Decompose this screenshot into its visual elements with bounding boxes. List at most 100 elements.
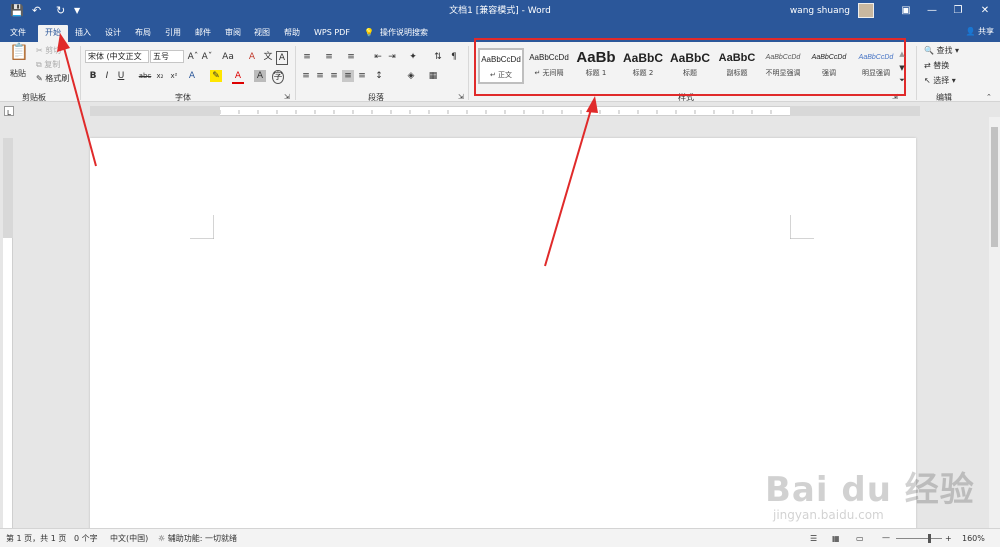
tab-wps-pdf[interactable]: WPS PDF xyxy=(310,25,354,42)
style-heading-2[interactable]: AaBbC 标题 2 xyxy=(620,48,666,84)
chinese-layout-icon[interactable]: ✦ xyxy=(406,51,420,63)
style-no-spacing[interactable]: AaBbCcDd ↵ 无间隔 xyxy=(526,48,572,84)
tab-selector-icon[interactable]: L xyxy=(4,106,14,117)
horizontal-ruler-margin-right xyxy=(790,106,920,116)
numbering-icon[interactable]: ≡ xyxy=(322,51,336,63)
align-left-icon[interactable]: ≡ xyxy=(300,70,312,82)
ribbon-display-options-icon[interactable]: ▣ xyxy=(896,3,916,19)
tab-home[interactable]: 开始 xyxy=(38,25,68,42)
restore-icon[interactable]: ❐ xyxy=(948,3,968,19)
margin-corner-top-right xyxy=(790,215,814,239)
tab-help[interactable]: 帮助 xyxy=(280,25,304,42)
font-dialog-launcher-icon[interactable]: ⇲ xyxy=(284,91,290,103)
character-border-icon[interactable]: A xyxy=(276,51,288,65)
highlight-icon[interactable]: ✎ xyxy=(210,70,222,82)
italic-icon[interactable]: I xyxy=(102,70,112,82)
strikethrough-icon[interactable]: abc xyxy=(138,70,152,82)
style-name: 标题 xyxy=(683,69,697,77)
style-sample: AaBb xyxy=(576,49,616,66)
font-color-icon[interactable]: A xyxy=(232,70,244,84)
style-sample: AaBbC xyxy=(718,52,756,64)
align-center-icon[interactable]: ≡ xyxy=(314,70,326,82)
align-right-icon[interactable]: ≡ xyxy=(328,70,340,82)
tell-me-search[interactable]: 操作说明搜索 xyxy=(376,25,432,42)
zoom-slider[interactable] xyxy=(896,534,942,543)
sort-icon[interactable]: ⇅ xyxy=(432,51,444,63)
scrollbar-thumb[interactable] xyxy=(991,127,998,247)
shading-icon[interactable]: ◈ xyxy=(404,70,418,82)
grow-font-icon[interactable]: Aˆ xyxy=(187,51,199,63)
shrink-font-icon[interactable]: Aˇ xyxy=(201,51,213,63)
bullets-icon[interactable]: ≡ xyxy=(300,51,314,63)
style-heading-1[interactable]: AaBb 标题 1 xyxy=(573,48,619,84)
zoom-level[interactable]: 160% xyxy=(962,533,985,544)
replace-button[interactable]: ⇄ 替换 xyxy=(924,60,949,72)
style-intense-emphasis[interactable]: AaBbCcDd 明显强调 xyxy=(853,48,899,84)
distributed-icon[interactable]: ≡ xyxy=(356,70,368,82)
paste-button[interactable]: 粘贴 xyxy=(10,68,26,80)
decrease-indent-icon[interactable]: ⇤ xyxy=(372,51,384,63)
zoom-slider-thumb[interactable] xyxy=(928,534,931,543)
share-button[interactable]: 👤 共享 xyxy=(965,26,994,37)
zoom-in-icon[interactable]: + xyxy=(945,533,952,544)
multilevel-list-icon[interactable]: ≡ xyxy=(344,51,358,63)
style-subtle-emphasis[interactable]: AaBbCcDd 不明显强调 xyxy=(760,48,806,84)
read-mode-icon[interactable]: ▦ xyxy=(832,533,840,544)
close-icon[interactable]: ✕ xyxy=(975,3,995,19)
tab-references[interactable]: 引用 xyxy=(161,25,185,42)
underline-icon[interactable]: U xyxy=(116,70,126,82)
paste-icon[interactable]: 📋 xyxy=(8,44,30,68)
superscript-icon[interactable]: x² xyxy=(168,70,180,82)
paragraph-dialog-launcher-icon[interactable]: ⇲ xyxy=(458,91,464,103)
style-subtitle[interactable]: AaBbC 副标题 xyxy=(714,48,760,84)
print-layout-icon[interactable]: ▭ xyxy=(856,533,864,544)
font-size-select[interactable]: 五号 xyxy=(150,50,184,63)
tab-view[interactable]: 视图 xyxy=(250,25,274,42)
justify-icon[interactable]: ≡ xyxy=(342,70,354,82)
borders-icon[interactable]: ▦ xyxy=(426,70,440,82)
tab-file[interactable]: 文件 xyxy=(6,25,30,42)
tab-review[interactable]: 审阅 xyxy=(221,25,245,42)
select-button[interactable]: ↖ 选择 ▾ xyxy=(924,75,956,87)
gallery-up-icon[interactable]: ▲ xyxy=(898,48,906,60)
style-name: 标题 1 xyxy=(585,69,607,77)
copy-button[interactable]: ⧉ 复制 xyxy=(36,59,60,71)
line-spacing-icon[interactable]: ↕ xyxy=(372,70,386,82)
collapse-ribbon-icon[interactable]: ⌃ xyxy=(986,91,992,103)
text-effects-icon[interactable]: A xyxy=(186,70,198,82)
find-button[interactable]: 🔍 查找 ▾ xyxy=(924,45,959,57)
tab-layout[interactable]: 布局 xyxy=(131,25,155,42)
tab-mailings[interactable]: 邮件 xyxy=(191,25,215,42)
style-title[interactable]: AaBbC 标题 xyxy=(667,48,713,84)
minimize-icon[interactable]: — xyxy=(922,3,942,19)
font-name-select[interactable]: 宋体 (中文正文 xyxy=(85,50,149,63)
style-normal[interactable]: AaBbCcDd ↵ 正文 xyxy=(478,48,524,84)
zoom-out-icon[interactable]: — xyxy=(882,532,890,543)
avatar[interactable] xyxy=(858,3,874,18)
bold-icon[interactable]: B xyxy=(88,70,98,82)
gallery-more-icon[interactable]: ⏷ xyxy=(898,74,906,86)
accessibility-status[interactable]: ☼ 辅助功能: 一切就绪 xyxy=(158,533,237,544)
character-shading-icon[interactable]: A xyxy=(254,70,266,82)
show-marks-icon[interactable]: ¶ xyxy=(448,51,460,63)
title-bar: 💾 ↶ ↻ ▼ 文档1 [兼容模式] - Word wang shuang ▣ … xyxy=(0,0,1000,22)
focus-mode-icon[interactable]: ☰ xyxy=(810,533,817,544)
tab-insert[interactable]: 插入 xyxy=(71,25,95,42)
page-count[interactable]: 第 1 页，共 1 页 xyxy=(6,533,66,544)
increase-indent-icon[interactable]: ⇥ xyxy=(386,51,398,63)
language[interactable]: 中文(中国) xyxy=(110,533,148,544)
format-painter-button[interactable]: ✎ 格式刷 xyxy=(36,73,69,85)
enclose-characters-icon[interactable]: 字 xyxy=(272,70,284,84)
clear-formatting-icon[interactable]: A xyxy=(246,51,258,63)
tab-design[interactable]: 设计 xyxy=(101,25,125,42)
gallery-down-icon[interactable]: ▼ xyxy=(898,62,906,74)
user-name[interactable]: wang shuang xyxy=(790,4,850,18)
styles-gallery: AaBbCcDd ↵ 正文 AaBbCcDd ↵ 无间隔 AaBb 标题 1 A… xyxy=(474,38,906,96)
vertical-scrollbar[interactable] xyxy=(989,117,1000,528)
subscript-icon[interactable]: x₂ xyxy=(154,70,166,82)
word-count[interactable]: 0 个字 xyxy=(74,533,98,544)
cut-button[interactable]: ✂ 剪切 xyxy=(36,45,61,57)
style-emphasis[interactable]: AaBbCcDd 强调 xyxy=(806,48,852,84)
change-case-icon[interactable]: Aa xyxy=(220,51,236,63)
phonetic-guide-icon[interactable]: 文 xyxy=(262,51,274,63)
